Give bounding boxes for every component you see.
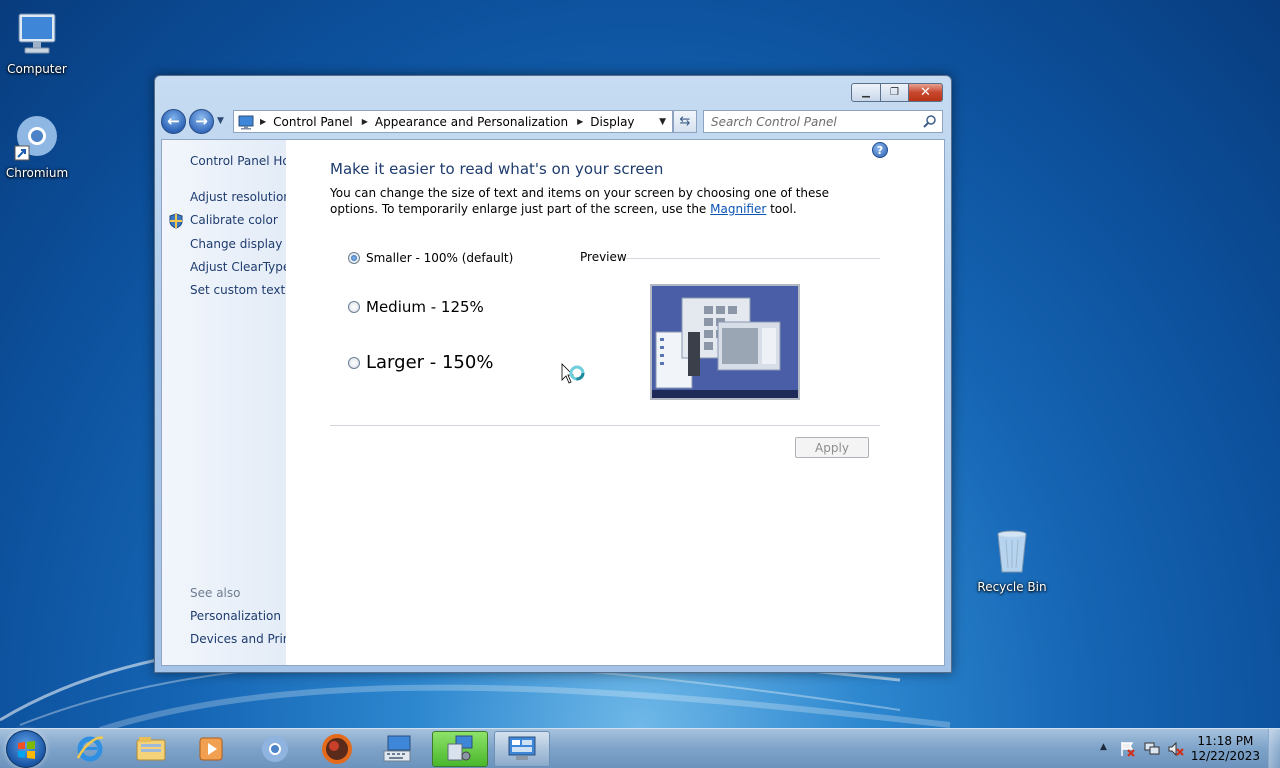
network-icon[interactable] (1144, 741, 1160, 760)
option-label: Larger - 150% (366, 352, 494, 373)
preview-label: Preview (580, 250, 627, 264)
page-description: You can change the size of text and item… (330, 185, 870, 217)
taskbar-display-settings[interactable] (432, 731, 488, 767)
computer-icon (13, 10, 61, 58)
system-tray: ▲ 11:18 PM 12/22/2023 (1090, 729, 1280, 768)
taskbar-media-player[interactable] (183, 731, 239, 767)
calibrate-color-link[interactable]: Calibrate color (190, 213, 278, 227)
minimize-icon: ▁ (862, 87, 870, 98)
action-center-icon[interactable] (1120, 741, 1136, 760)
refresh-button[interactable]: ⇆ (673, 110, 697, 133)
start-button[interactable] (6, 730, 46, 768)
window-controls: ▁ ❐ ✕ (851, 83, 943, 102)
option-medium[interactable]: Medium - 125% (348, 298, 484, 316)
radio-button-selected[interactable] (348, 252, 360, 264)
radio-button[interactable] (348, 356, 360, 369)
help-icon: ? (876, 143, 884, 157)
search-icon[interactable] (923, 114, 937, 131)
option-larger[interactable]: Larger - 150% (348, 352, 493, 373)
taskbar-chromium[interactable] (247, 731, 303, 767)
keyboard-app-icon (383, 735, 411, 762)
preview-image (650, 284, 800, 400)
clock-time: 11:18 PM (1197, 734, 1254, 748)
personalization-link[interactable]: Personalization (190, 609, 281, 623)
address-dropdown-icon[interactable]: ▼ (659, 117, 666, 127)
page-title: Make it easier to read what's on your sc… (330, 160, 664, 178)
forward-arrow-icon: → (195, 112, 208, 130)
back-arrow-icon: ← (167, 112, 180, 130)
taskbar-firefox[interactable] (309, 731, 365, 767)
control-panel-icon (238, 114, 254, 130)
taskbar-file-explorer[interactable] (123, 731, 179, 767)
left-navigation-pane: Control Panel Hor Adjust resolution Cali… (162, 140, 286, 665)
devices-and-printers-link[interactable]: Devices and Printe (190, 632, 286, 646)
breadcrumb-separator-icon[interactable]: ▶ (362, 117, 368, 126)
desktop-icon-label: Computer (7, 62, 67, 76)
search-input[interactable] (711, 114, 911, 129)
recycle-bin-icon (988, 528, 1036, 576)
breadcrumb-control-panel[interactable]: Control Panel (273, 115, 353, 129)
search-box[interactable] (703, 110, 943, 133)
option-label: Medium - 125% (366, 298, 484, 316)
chromium-icon (262, 736, 288, 762)
refresh-icon: ⇆ (679, 114, 691, 129)
change-display-settings-link[interactable]: Change display se (190, 237, 286, 251)
taskbar-control-panel[interactable] (494, 731, 550, 767)
desktop-icon-label: Recycle Bin (977, 580, 1047, 594)
volume-muted-icon[interactable] (1168, 741, 1184, 760)
radio-button[interactable] (348, 301, 360, 313)
main-content: ? Make it easier to read what's on your … (286, 140, 944, 665)
window-client-area: Control Panel Hor Adjust resolution Cali… (161, 139, 945, 666)
control-panel-home-link[interactable]: Control Panel Hor (190, 154, 286, 168)
desktop-icon-computer[interactable]: Computer (0, 10, 75, 76)
internet-explorer-icon (76, 736, 104, 762)
breadcrumb-appearance[interactable]: Appearance and Personalization (375, 115, 568, 129)
clock-date: 12/22/2023 (1190, 749, 1260, 763)
help-button[interactable]: ? (872, 142, 888, 158)
preview-divider (626, 258, 880, 259)
breadcrumb-display[interactable]: Display (590, 115, 634, 129)
navigation-bar: ← → ▼ ▶ Control Panel ▶ Appearance and P… (161, 107, 945, 135)
option-label: Smaller - 100% (default) (366, 251, 514, 265)
show-hidden-icons-button[interactable]: ▲ (1100, 742, 1107, 752)
taskbar-keyboard-app[interactable] (370, 731, 426, 767)
file-explorer-icon (136, 737, 166, 761)
firefox-icon (322, 734, 352, 764)
set-custom-text-size-link[interactable]: Set custom text siz (190, 283, 286, 297)
busy-cursor-icon (561, 363, 589, 394)
breadcrumb-separator-icon[interactable]: ▶ (577, 117, 583, 126)
recent-pages-dropdown[interactable]: ▼ (217, 116, 224, 126)
display-settings-icon (447, 735, 473, 761)
breadcrumb-separator-icon: ▶ (260, 117, 267, 126)
adjust-cleartype-link[interactable]: Adjust ClearType t (190, 260, 286, 274)
media-player-icon (199, 737, 223, 761)
show-desktop-button[interactable] (1268, 729, 1280, 768)
close-icon: ✕ (920, 85, 931, 100)
chromium-icon (13, 114, 61, 162)
option-smaller[interactable]: Smaller - 100% (default) (348, 251, 513, 265)
desktop-icon-label: Chromium (5, 166, 69, 180)
desktop-icon-recycle-bin[interactable]: Recycle Bin (974, 528, 1050, 594)
display-window: ▁ ❐ ✕ ← → ▼ ▶ Control Panel ▶ Appearance… (154, 75, 952, 673)
adjust-resolution-link[interactable]: Adjust resolution (190, 190, 286, 204)
maximize-button[interactable]: ❐ (881, 83, 909, 102)
magnifier-link[interactable]: Magnifier (710, 202, 766, 216)
close-button[interactable]: ✕ (909, 83, 943, 102)
clock[interactable]: 11:18 PM 12/22/2023 (1191, 734, 1260, 764)
content-divider (330, 425, 880, 426)
forward-button[interactable]: → (189, 108, 214, 134)
desktop-icon-chromium[interactable]: Chromium (0, 114, 75, 180)
description-text-end: tool. (766, 202, 797, 216)
apply-button[interactable]: Apply (795, 437, 869, 458)
uac-shield-icon (168, 213, 184, 229)
see-also-heading: See also (190, 586, 241, 600)
taskbar: ▲ 11:18 PM 12/22/2023 (0, 728, 1280, 768)
taskbar-internet-explorer[interactable] (62, 731, 118, 767)
minimize-button[interactable]: ▁ (851, 83, 881, 102)
start-orb-icon (18, 741, 35, 759)
maximize-icon: ❐ (890, 87, 899, 98)
control-panel-icon (508, 736, 536, 760)
address-bar[interactable]: ▶ Control Panel ▶ Appearance and Persona… (233, 110, 673, 133)
back-button[interactable]: ← (161, 108, 186, 134)
